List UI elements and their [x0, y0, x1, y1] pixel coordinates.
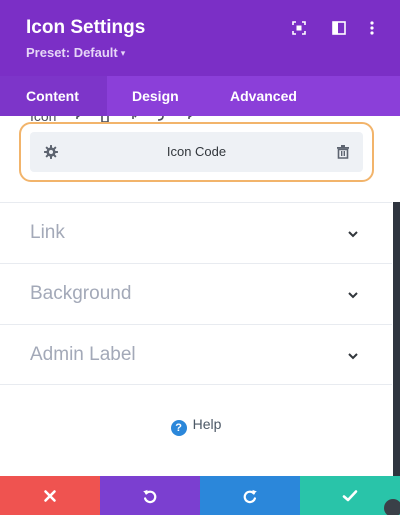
settings-panel: Icon Settings Preset: Default ▾ Content …	[0, 0, 400, 515]
undo-button[interactable]	[100, 476, 200, 515]
help-label: Help	[192, 416, 222, 432]
close-icon	[44, 489, 56, 502]
trash-icon[interactable]	[335, 144, 351, 160]
tab-design[interactable]: Design	[132, 76, 179, 116]
preset-selector[interactable]: Preset: Default ▾	[26, 45, 125, 60]
caret-down-icon: ▾	[120, 48, 126, 58]
section-background[interactable]: Background	[0, 263, 392, 324]
action-bar	[0, 476, 400, 515]
fullscreen-icon[interactable]	[291, 20, 307, 36]
section-background-label: Background	[30, 283, 132, 304]
tab-content[interactable]: Content	[0, 76, 107, 116]
panel-header: Icon Settings Preset: Default ▾	[0, 0, 400, 76]
help-icon: ?	[170, 420, 187, 436]
help-link[interactable]: ? Help	[0, 416, 392, 436]
redo-icon	[243, 489, 257, 503]
tab-advanced[interactable]: Advanced	[230, 76, 297, 116]
discard-button[interactable]	[0, 476, 100, 515]
resize-handle[interactable]	[384, 499, 400, 515]
more-menu-icon[interactable]	[364, 20, 380, 36]
section-link[interactable]: Link	[0, 202, 392, 263]
undo-icon	[143, 489, 157, 503]
icon-code-label: Icon Code	[166, 144, 227, 159]
split-view-icon[interactable]	[331, 20, 347, 36]
section-admin-label[interactable]: Admin Label	[0, 324, 392, 385]
section-admin-label-label: Admin Label	[30, 344, 136, 365]
preset-label: Preset: Default	[26, 45, 118, 60]
chevron-down-icon	[348, 353, 358, 360]
chevron-down-icon	[348, 292, 358, 299]
section-link-label: Link	[30, 222, 65, 243]
icon-code-highlight: Icon Code	[19, 122, 374, 182]
tab-bar: Content Design Advanced	[0, 76, 400, 116]
chevron-down-icon	[348, 231, 358, 238]
redo-button[interactable]	[200, 476, 300, 515]
scrollbar[interactable]	[393, 202, 400, 515]
icon-code-field[interactable]: Icon Code	[30, 132, 363, 172]
panel-title: Icon Settings	[26, 17, 146, 38]
check-icon	[342, 489, 358, 501]
